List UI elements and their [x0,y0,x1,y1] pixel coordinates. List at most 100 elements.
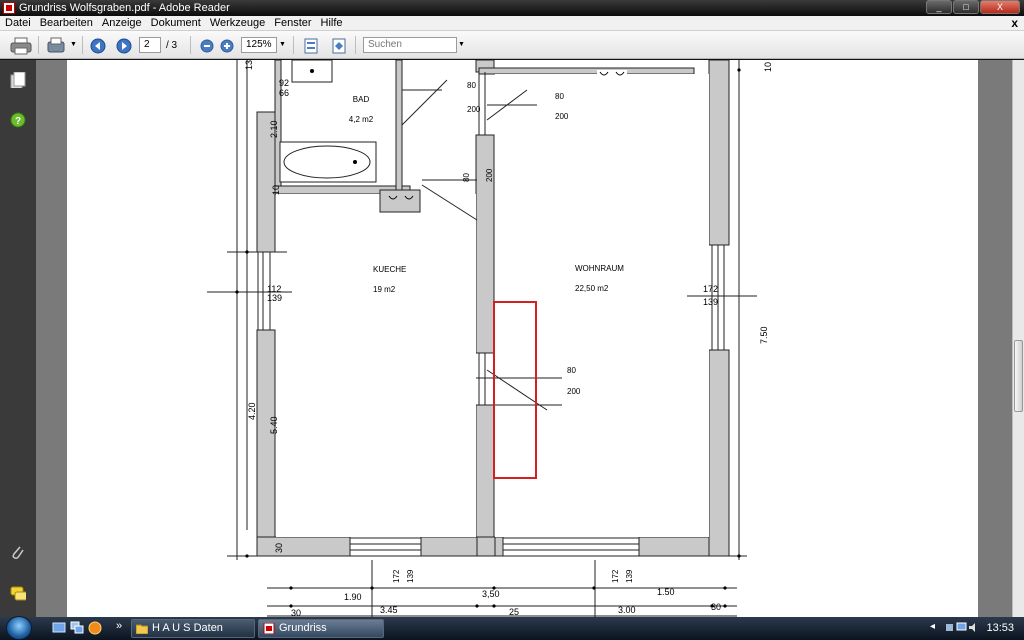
kitchen-sink [379,189,421,213]
dim-label: 80 [555,92,564,101]
volume-icon[interactable] [968,622,979,633]
svg-text:?: ? [15,116,21,127]
dim-label: 200 [467,105,481,114]
wall [478,67,695,75]
title-bar: Grundriss Wolfsgraben.pdf - Adobe Reader… [0,0,1024,16]
menu-hilfe[interactable]: Hilfe [316,17,347,29]
previous-page-icon[interactable] [90,38,106,58]
close-document-button[interactable]: x [1011,16,1018,30]
dim-label: 80 [567,366,576,375]
minimize-button[interactable]: _ [926,0,952,14]
dim-label: 10 [763,62,773,72]
dim-label: 172 [392,569,401,583]
document-area[interactable]: BAD 4,2 m2 KUECHE 19 m2 WOHNRAUM 22,50 m… [36,60,1012,617]
wall [256,329,276,546]
scrollbar-thumb[interactable] [1014,340,1023,412]
next-page-icon[interactable] [116,38,132,58]
menu-bearbeiten[interactable]: Bearbeiten [35,17,97,29]
dim-label: 5.40 [269,416,279,434]
dim-label: 13 [244,60,254,70]
dim-label: 172 [703,284,718,294]
wall [476,536,496,557]
switch-windows-icon[interactable] [70,621,84,635]
page-number-input[interactable]: 2 [139,37,161,53]
search-input[interactable]: Suchen [363,37,457,53]
dim-label: 1.50 [657,587,675,597]
close-button[interactable]: X [980,0,1020,14]
menu-dokument[interactable]: Dokument [146,17,205,29]
search-dropdown-icon[interactable]: ▼ [458,41,465,48]
task-label: H A U S Daten [152,622,223,634]
pages-icon[interactable] [10,72,26,88]
browser-icon[interactable] [88,621,102,635]
network-icon[interactable] [956,622,967,633]
attachment-icon[interactable] [10,544,26,560]
dim-label: 92 [279,78,289,88]
adobe-reader-icon [3,2,15,14]
taskbar: » H A U S Daten Grundriss Wolfsgrab... ◂… [0,616,1024,640]
toolbar: ▼ 2 / 3 125% ▼ Suchen ▼ [0,31,1024,59]
dim-label: 10 [271,185,281,195]
menu-anzeige[interactable]: Anzeige [97,17,146,29]
dim-label: 30 [291,608,301,617]
wall [395,60,403,195]
tray-expand-icon[interactable]: ◂ [930,621,935,632]
dim-label: 3.45 [380,605,398,615]
wall [475,404,495,538]
dim-label: 1.90 [344,592,362,602]
dim-label: 3,50 [482,589,500,599]
dim-label: 25 [509,607,519,617]
navigation-panel: ? [0,60,36,617]
clock[interactable]: 13:53 [986,622,1014,634]
zoom-out-icon[interactable] [200,39,214,59]
fit-page-icon[interactable] [303,38,319,58]
wall [708,60,730,246]
dim-label: 139 [406,569,415,583]
zoom-in-icon[interactable] [220,39,234,59]
help-icon[interactable]: ? [10,112,26,128]
dim-label: 7.50 [759,326,769,344]
zoom-dropdown-icon[interactable]: ▼ [279,41,286,48]
task-label: Grundriss Wolfsgrab... [279,622,338,640]
start-button[interactable] [6,616,32,640]
quicklaunch-more[interactable]: » [116,620,122,632]
task-haus-daten[interactable]: H A U S Daten [131,619,255,638]
folder-icon [136,624,148,634]
room-wohnraum-name: WOHNRAUM [575,264,624,273]
comments-icon[interactable] [10,586,26,602]
dim-label: 200 [485,168,494,182]
dim-label: 30 [274,543,284,553]
safely-remove-icon[interactable] [944,622,955,633]
menu-werkzeuge[interactable]: Werkzeuge [205,17,269,29]
vertical-scrollbar[interactable] [1012,60,1024,617]
room-bad-area: 4,2 m2 [349,115,374,124]
dim-label: 200 [567,387,581,396]
window-title: Grundriss Wolfsgraben.pdf - Adobe Reader [19,2,230,14]
wall [708,349,730,557]
dim-label: 80 [467,81,476,90]
dim-label: 66 [279,88,289,98]
pdf-icon [263,623,275,634]
task-adobe-reader[interactable]: Grundriss Wolfsgrab... [258,619,384,640]
dim-label: 4.20 [247,402,257,420]
room-bad-name: BAD [353,95,370,104]
show-desktop-icon[interactable] [52,621,66,635]
collaborate-icon[interactable] [46,37,68,57]
menu-datei[interactable]: Datei [0,17,35,29]
dim-label: 139 [267,293,282,303]
room-kueche-name: KUECHE [373,265,406,274]
fit-width-icon[interactable] [331,38,347,58]
dim-label: 200 [555,112,569,121]
wall [475,134,495,354]
page-total: / 3 [166,40,178,51]
zoom-input[interactable]: 125% [241,37,277,53]
system-tray: ◂ 13:53 [928,617,1024,640]
print-icon[interactable] [10,37,32,57]
maximize-button[interactable]: □ [953,0,979,14]
dim-label: 139 [703,297,718,307]
dim-label: 80 [462,173,471,182]
dim-label: 30 [711,602,721,612]
dim-label: 3.00 [618,605,636,615]
menu-fenster[interactable]: Fenster [269,17,315,29]
collaborate-dropdown-icon[interactable]: ▼ [70,41,77,48]
